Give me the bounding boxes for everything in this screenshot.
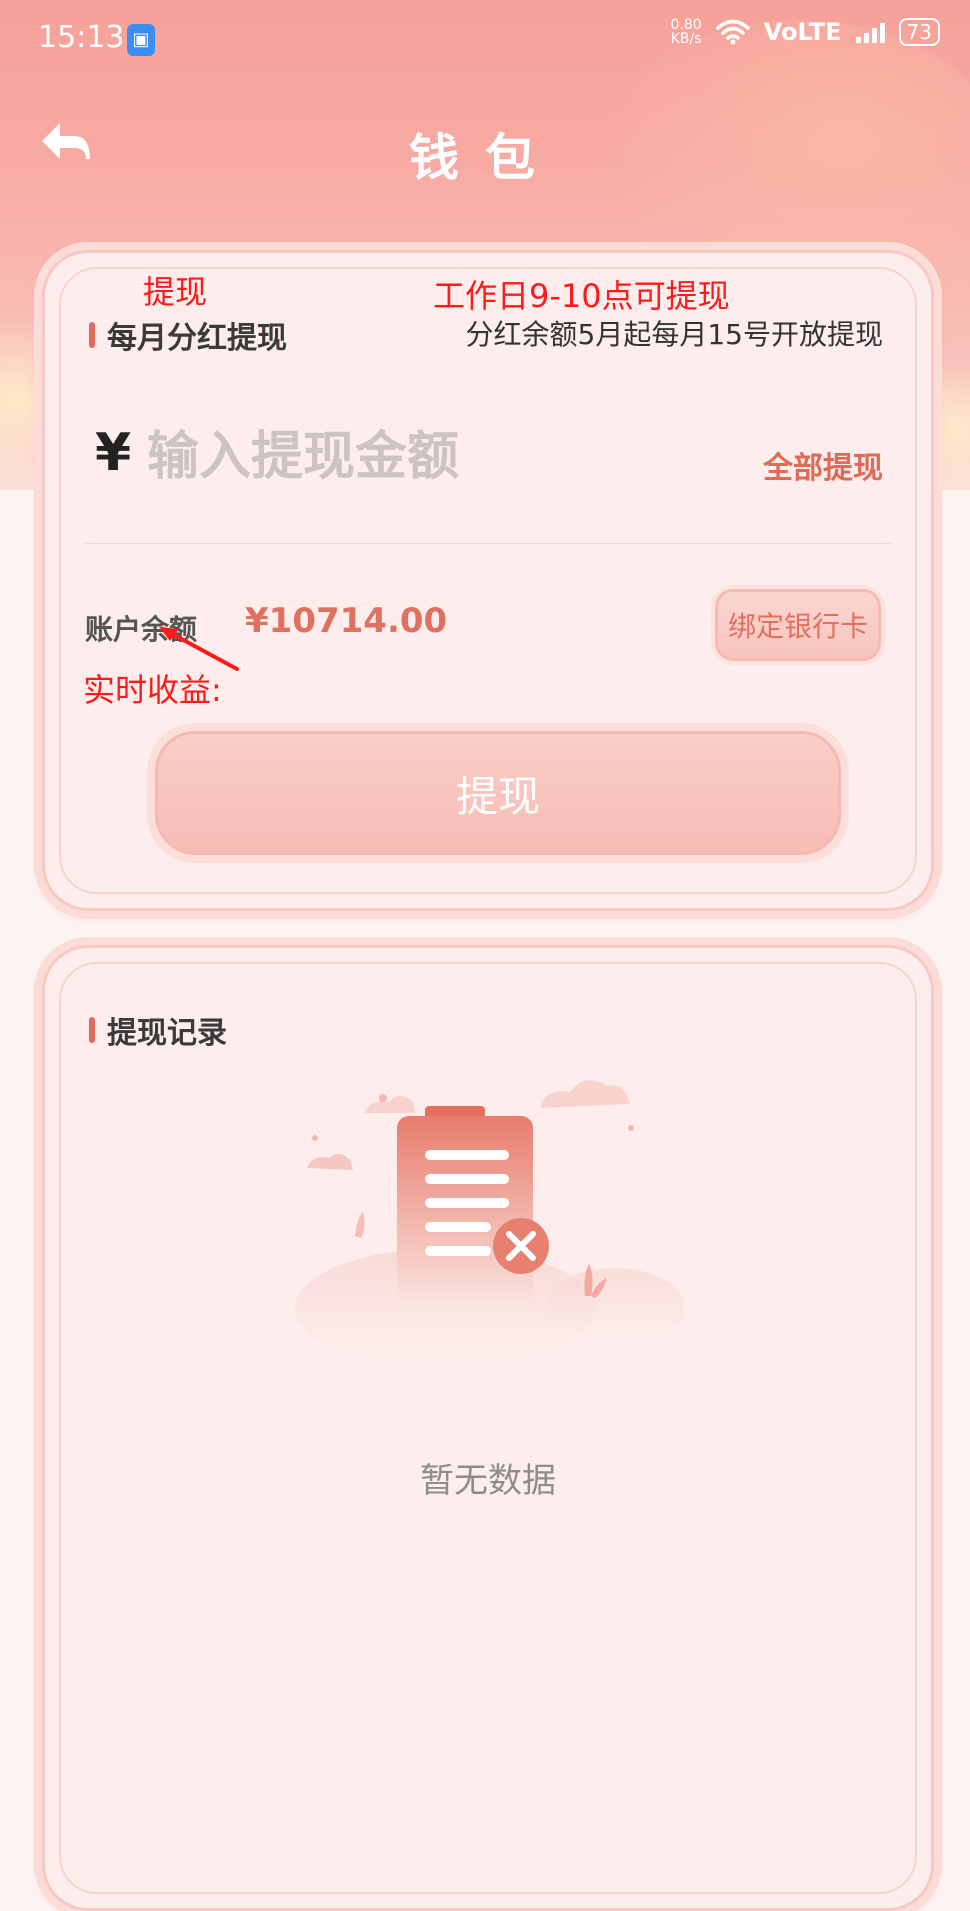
withdraw-all-button[interactable]: 全部提现: [763, 443, 883, 487]
section-accent-bar: [89, 1017, 95, 1043]
withdraw-section-header: 每月分红提现: [89, 313, 287, 357]
network-speed-unit: KB/s: [670, 31, 702, 47]
records-section-title: 提现记录: [107, 1016, 227, 1051]
battery-icon: 73: [898, 18, 940, 46]
empty-clipboard-icon: [295, 1080, 685, 1368]
network-speed: 0.80 KB/s: [671, 18, 702, 46]
withdraw-button[interactable]: 提现: [155, 731, 841, 855]
section-accent-bar: [89, 322, 95, 348]
volte-indicator: VoLTE: [763, 18, 842, 46]
bind-bank-card-button[interactable]: 绑定银行卡: [715, 589, 881, 661]
notification-app-icon: ▣: [127, 24, 155, 56]
withdraw-amount-input[interactable]: [145, 421, 649, 493]
annotation-workday: 工作日9-10点可提现: [433, 277, 730, 315]
empty-state-text: 暂无数据: [420, 1461, 556, 1501]
status-indicators: 0.80 KB/s VoLTE 73: [671, 18, 940, 46]
annotation-realtime-earnings: 实时收益:: [83, 671, 222, 709]
records-section-header: 提现记录: [89, 1008, 227, 1052]
wifi-icon: [715, 19, 750, 45]
navigation-bar: 钱包: [0, 90, 970, 210]
currency-symbol: ¥: [95, 423, 132, 483]
annotation-withdraw: 提现: [143, 273, 208, 311]
divider: [85, 543, 891, 544]
status-bar: 15:13 ▣ 0.80 KB/s VoLTE 73: [0, 0, 970, 80]
withdraw-notice: 分红余额5月起每月15号开放提现: [465, 318, 883, 351]
signal-strength-icon: [855, 21, 885, 43]
page-title: 钱包: [409, 128, 561, 187]
status-time: 15:13: [38, 20, 125, 55]
withdraw-section-title: 每月分红提现: [107, 321, 287, 356]
withdraw-card: 提现 工作日9-10点可提现 每月分红提现 分红余额5月起每月15号开放提现 ¥…: [42, 250, 934, 911]
balance-value: ¥10714.00: [245, 601, 448, 641]
withdraw-records-card: 提现记录 暂无数据: [42, 945, 934, 1911]
network-speed-value: 0.80: [670, 17, 702, 33]
